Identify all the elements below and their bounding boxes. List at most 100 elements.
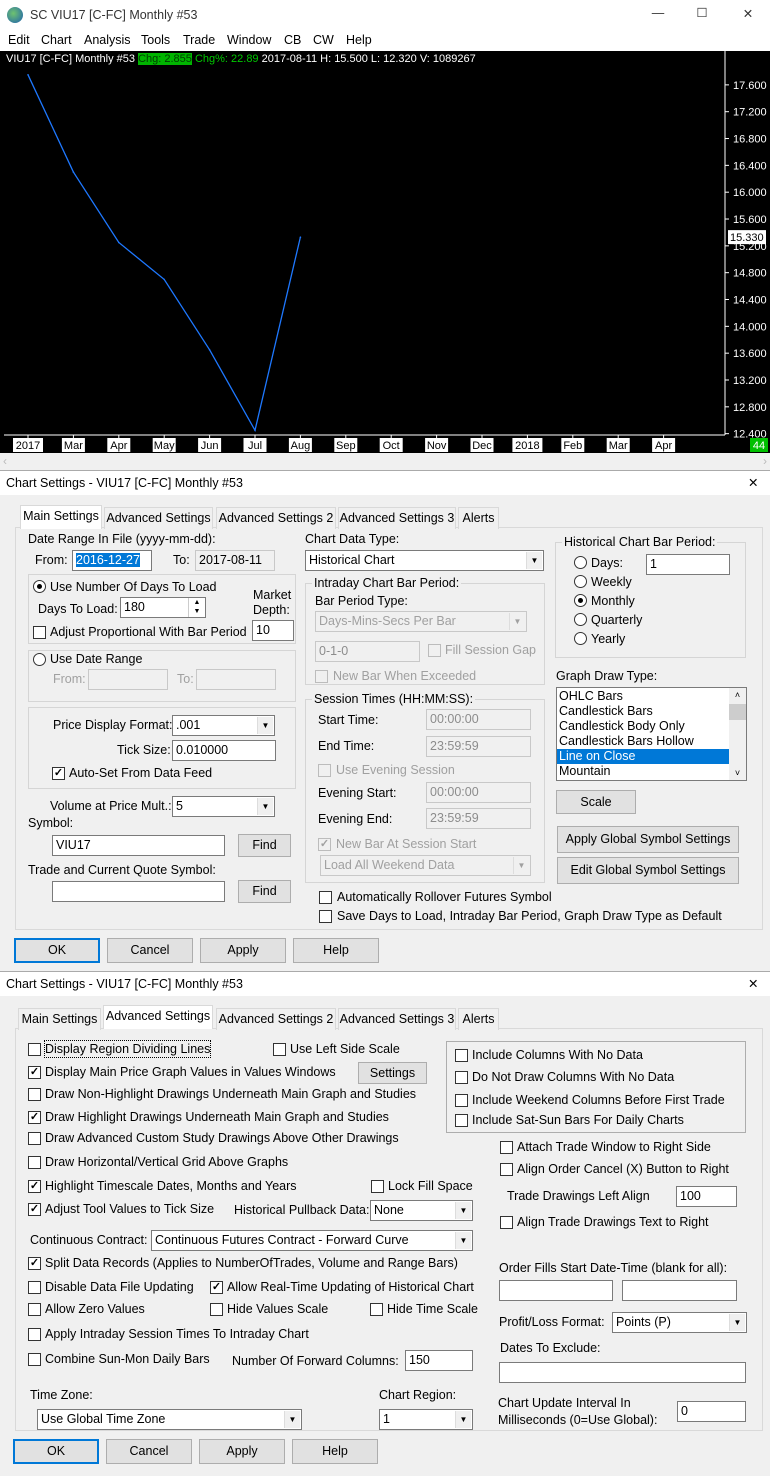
bar-period-type-select[interactable]: Days-Mins-Secs Per Bar ▼ bbox=[315, 611, 527, 632]
tick-size-field[interactable]: 0.010000 bbox=[172, 740, 276, 761]
tab-alerts[interactable]: Alerts bbox=[458, 1008, 499, 1030]
tab-advanced-settings-3[interactable]: Advanced Settings 3 bbox=[338, 507, 456, 529]
new-bar-exceeded-checkbox[interactable] bbox=[315, 670, 328, 683]
non-highlight-checkbox[interactable] bbox=[28, 1088, 41, 1101]
use-date-range-radio[interactable] bbox=[33, 653, 46, 666]
chart-scrollbar[interactable]: ‹ › bbox=[0, 453, 770, 470]
tab-advanced-settings-3[interactable]: Advanced Settings 3 bbox=[338, 1008, 456, 1030]
close-button[interactable]: ✕ bbox=[738, 6, 758, 21]
zero-checkbox[interactable] bbox=[28, 1303, 41, 1316]
draw-type-item-selected[interactable]: Line on Close bbox=[557, 749, 729, 764]
symbol-field[interactable]: VIU17 bbox=[52, 835, 225, 856]
pullback-select[interactable]: None ▼ bbox=[370, 1200, 473, 1221]
data-type-select[interactable]: Historical Chart ▼ bbox=[305, 550, 544, 571]
maximize-button[interactable]: ☐ bbox=[692, 5, 712, 20]
new-bar-session-checkbox[interactable]: ✓ bbox=[318, 838, 331, 851]
combine-checkbox[interactable] bbox=[28, 1353, 41, 1366]
help-button[interactable]: Help bbox=[293, 938, 379, 963]
grid-above-checkbox[interactable] bbox=[28, 1156, 41, 1169]
chart-region-select[interactable]: 1 ▼ bbox=[379, 1409, 473, 1430]
fill-gap-checkbox[interactable] bbox=[428, 644, 441, 657]
pl-format-select[interactable]: Points (P) ▼ bbox=[612, 1312, 747, 1333]
period-weekly-radio[interactable] bbox=[574, 575, 587, 588]
allow-rt-checkbox[interactable]: ✓ bbox=[210, 1281, 223, 1294]
continuous-select[interactable]: Continuous Futures Contract - Forward Cu… bbox=[151, 1230, 473, 1251]
tab-advanced-settings-2[interactable]: Advanced Settings 2 bbox=[216, 507, 336, 529]
draw-type-item[interactable]: Candlestick Bars Hollow bbox=[559, 734, 729, 749]
draw-type-item[interactable]: Candlestick Body Only bbox=[559, 719, 729, 734]
start-time-field[interactable]: 00:00:00 bbox=[426, 709, 531, 730]
tab-main-settings[interactable]: Main Settings bbox=[18, 1008, 101, 1030]
price-chart[interactable]: 17.60017.20016.80016.40016.00015.60015.2… bbox=[0, 51, 770, 453]
use-days-radio[interactable] bbox=[33, 580, 46, 593]
scale-button[interactable]: Scale bbox=[556, 790, 636, 814]
period-quarterly-radio[interactable] bbox=[574, 613, 587, 626]
dialog2-close-button[interactable]: ✕ bbox=[748, 976, 758, 992]
apply-button[interactable]: Apply bbox=[200, 938, 286, 963]
menu-cb[interactable]: CB bbox=[284, 32, 301, 48]
ok-button[interactable]: OK bbox=[13, 1439, 99, 1464]
menu-trade[interactable]: Trade bbox=[183, 32, 215, 48]
menu-window[interactable]: Window bbox=[227, 32, 271, 48]
bar-period-field[interactable]: 0-1-0 bbox=[315, 641, 420, 662]
menu-help[interactable]: Help bbox=[346, 32, 372, 48]
use-evening-checkbox[interactable] bbox=[318, 764, 331, 777]
help-button[interactable]: Help bbox=[292, 1439, 378, 1464]
cancel-button[interactable]: Cancel bbox=[107, 938, 193, 963]
menu-edit[interactable]: Edit bbox=[8, 32, 30, 48]
evening-end-field[interactable]: 23:59:59 bbox=[426, 808, 531, 829]
lock-fill-checkbox[interactable] bbox=[371, 1180, 384, 1193]
market-depth-field[interactable]: 10 bbox=[252, 620, 294, 641]
ok-button[interactable]: OK bbox=[14, 938, 100, 963]
disable-update-checkbox[interactable] bbox=[28, 1281, 41, 1294]
adjust-proportional-checkbox[interactable] bbox=[33, 626, 46, 639]
advanced-custom-checkbox[interactable] bbox=[28, 1132, 41, 1145]
period-days-radio[interactable] bbox=[574, 556, 587, 569]
days-spinner[interactable]: ▲ ▼ bbox=[188, 598, 205, 617]
list-scrollbar[interactable]: ˄ ˅ bbox=[729, 688, 746, 780]
edit-global-button[interactable]: Edit Global Symbol Settings bbox=[557, 857, 739, 884]
end-time-field[interactable]: 23:59:59 bbox=[426, 736, 531, 757]
interval-field[interactable]: 0 bbox=[677, 1401, 746, 1422]
days-period-field[interactable]: 1 bbox=[646, 554, 730, 575]
hide-time-checkbox[interactable] bbox=[370, 1303, 383, 1316]
find-trade-symbol-button[interactable]: Find bbox=[238, 880, 291, 903]
evening-start-field[interactable]: 00:00:00 bbox=[426, 782, 531, 803]
order-fills-start-field[interactable] bbox=[499, 1280, 613, 1301]
menu-tools[interactable]: Tools bbox=[141, 32, 170, 48]
adjust-tick-checkbox[interactable]: ✓ bbox=[28, 1203, 41, 1216]
left-scale-checkbox[interactable] bbox=[273, 1043, 286, 1056]
align-text-checkbox[interactable] bbox=[500, 1216, 513, 1229]
align-cancel-checkbox[interactable] bbox=[500, 1163, 513, 1176]
region-lines-checkbox[interactable] bbox=[28, 1043, 41, 1056]
period-yearly-radio[interactable] bbox=[574, 632, 587, 645]
highlight-checkbox[interactable]: ✓ bbox=[28, 1111, 41, 1124]
values-settings-button[interactable]: Settings bbox=[358, 1062, 427, 1084]
rollover-checkbox[interactable] bbox=[319, 891, 332, 904]
tab-advanced-settings-2[interactable]: Advanced Settings 2 bbox=[216, 1008, 336, 1030]
tab-alerts[interactable]: Alerts bbox=[458, 507, 499, 529]
period-monthly-radio[interactable] bbox=[574, 594, 587, 607]
auto-set-checkbox[interactable]: ✓ bbox=[52, 767, 65, 780]
tab-advanced-settings[interactable]: Advanced Settings bbox=[103, 1005, 213, 1029]
from-date-field[interactable]: 2016-12-27 bbox=[72, 550, 152, 571]
draw-type-item[interactable]: Mountain bbox=[559, 764, 729, 779]
draw-type-item[interactable]: OHLC Bars bbox=[559, 689, 729, 704]
menu-cw[interactable]: CW bbox=[313, 32, 334, 48]
dialog1-close-button[interactable]: ✕ bbox=[748, 475, 758, 491]
apply-button[interactable]: Apply bbox=[199, 1439, 285, 1464]
menu-analysis[interactable]: Analysis bbox=[84, 32, 131, 48]
apply-global-button[interactable]: Apply Global Symbol Settings bbox=[557, 826, 739, 853]
trade-left-field[interactable]: 100 bbox=[676, 1186, 737, 1207]
dates-exclude-field[interactable] bbox=[499, 1362, 746, 1383]
split-checkbox[interactable]: ✓ bbox=[28, 1257, 41, 1270]
attach-trade-checkbox[interactable] bbox=[500, 1141, 513, 1154]
intraday-session-checkbox[interactable] bbox=[28, 1328, 41, 1341]
tab-advanced-settings[interactable]: Advanced Settings bbox=[104, 507, 213, 529]
graph-draw-list[interactable]: OHLC Bars Candlestick Bars Candlestick B… bbox=[556, 687, 747, 781]
vap-select[interactable]: 5 ▼ bbox=[172, 796, 275, 817]
main-values-checkbox[interactable]: ✓ bbox=[28, 1066, 41, 1079]
order-fills-end-field[interactable] bbox=[622, 1280, 737, 1301]
menu-chart[interactable]: Chart bbox=[41, 32, 72, 48]
forward-columns-field[interactable]: 150 bbox=[405, 1350, 473, 1371]
